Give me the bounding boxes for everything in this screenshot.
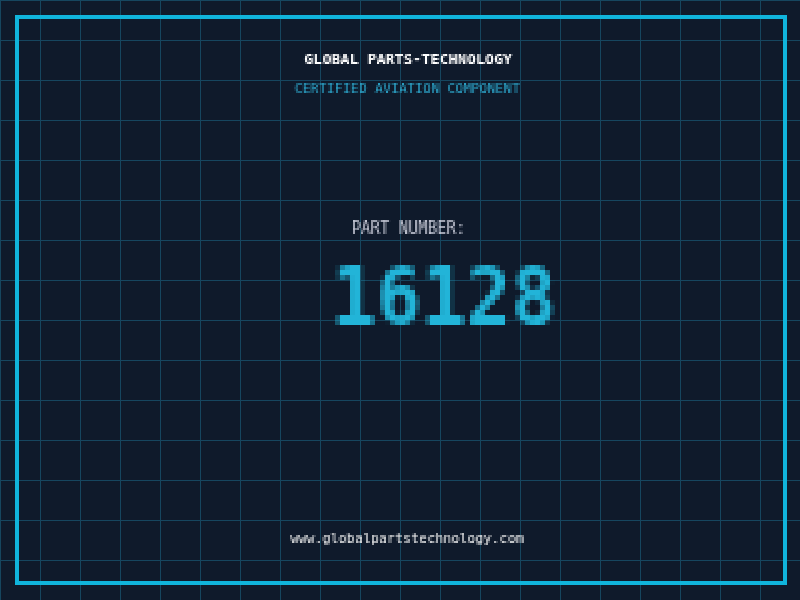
part-number-value: 16128 [0,240,800,355]
company-name-text-wrap: GLOBAL PARTS-TECHNOLOGY [239,46,561,70]
part-number-value-text-wrap: 16128 [10,240,790,355]
part-number-value-text-wrap-pixels [10,240,790,355]
part-label-screen: GLOBAL PARTS-TECHNOLOGY CERTIFIED AVIATI… [0,0,800,600]
tagline: CERTIFIED AVIATION COMPONENT [0,77,800,99]
company-name: GLOBAL PARTS-TECHNOLOGY [0,46,800,70]
website-url-text-wrap: www.globalpartstechnology.com [232,527,568,549]
tagline-text-wrap: CERTIFIED AVIATION COMPONENT [236,77,564,99]
part-number-label: PART NUMBER: [0,216,800,240]
website-url: www.globalpartstechnology.com [0,527,800,549]
part-number-label-text-wrap: PART NUMBER: [283,216,517,240]
part-number-label-text-wrap-pixels [283,216,517,240]
tagline-text-wrap-pixels [236,77,564,99]
website-url-text-wrap-pixels [232,527,568,549]
company-name-text-wrap-pixels [239,46,561,70]
